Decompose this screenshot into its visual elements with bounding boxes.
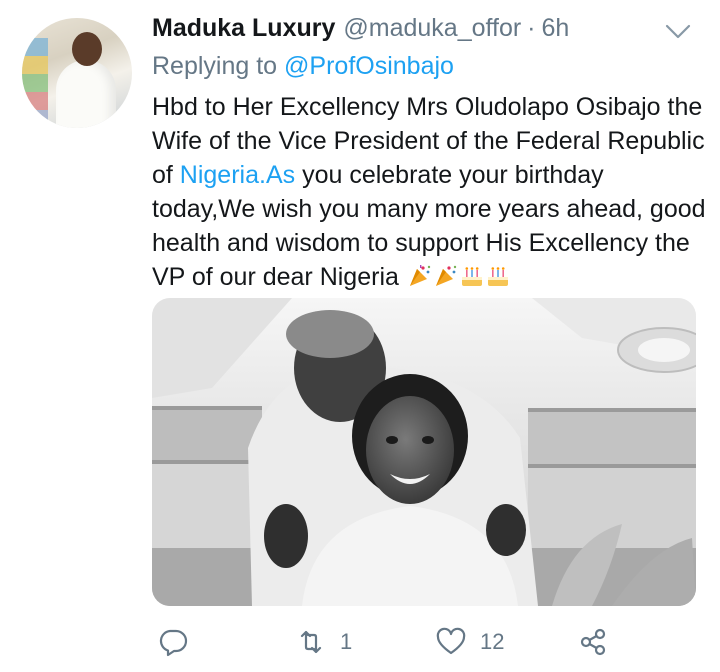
- retweet-button[interactable]: 1: [296, 624, 352, 660]
- avatar-shirt: [56, 60, 116, 128]
- tweet-link[interactable]: Nigeria.As: [180, 161, 295, 189]
- party-popper-icon: [435, 265, 457, 286]
- replying-to-line: Replying to @ProfOsinbajo: [152, 52, 454, 81]
- like-count: 12: [480, 629, 505, 654]
- replying-to-mention[interactable]: @ProfOsinbajo: [284, 52, 454, 80]
- tweet[interactable]: Maduka Luxury @maduka_offor · 6h Replyin…: [0, 0, 720, 672]
- avatar-head: [72, 32, 102, 66]
- replying-prefix: Replying to: [152, 52, 285, 80]
- party-popper-icon: [409, 265, 431, 286]
- author-display-name[interactable]: Maduka Luxury: [152, 14, 335, 43]
- retweet-count: 1: [340, 629, 353, 654]
- tweet-text: Hbd to Her Excellency Mrs Oludolapo Osib…: [152, 90, 712, 294]
- tweet-actions: 1 12: [152, 624, 712, 660]
- share-button[interactable]: [578, 624, 608, 660]
- avatar-background-shelf: [22, 38, 48, 128]
- tweet-photo[interactable]: [152, 298, 696, 606]
- separator-dot: ·: [527, 14, 536, 42]
- birthday-cake-icon: [487, 267, 508, 286]
- like-button[interactable]: 12: [436, 624, 504, 660]
- tweet-header: Maduka Luxury @maduka_offor · 6h: [152, 14, 569, 50]
- chevron-down-icon[interactable]: [664, 22, 692, 42]
- reply-icon: [159, 629, 188, 657]
- heart-icon: [436, 627, 466, 655]
- timestamp[interactable]: 6h: [542, 14, 570, 43]
- author-handle[interactable]: @maduka_offor: [343, 14, 521, 43]
- share-icon: [580, 628, 606, 656]
- birthday-cake-icon: [461, 267, 482, 286]
- avatar[interactable]: [22, 18, 132, 128]
- retweet-icon: [300, 630, 322, 654]
- reply-button[interactable]: [158, 624, 188, 660]
